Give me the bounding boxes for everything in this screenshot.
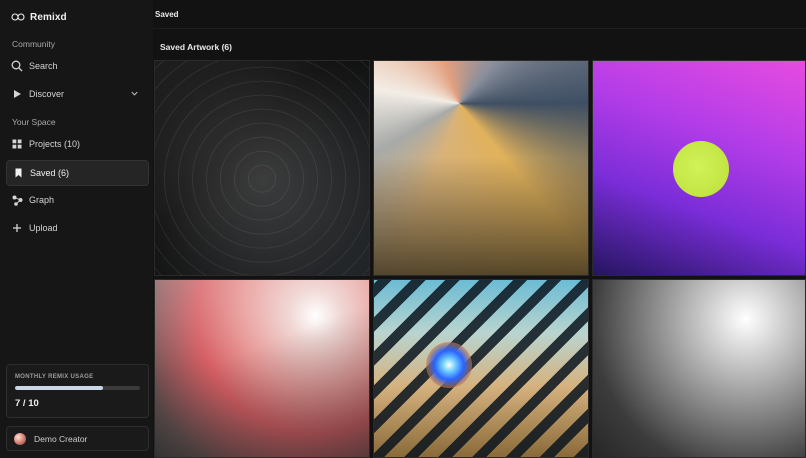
sidebar-item-label: Search: [29, 61, 58, 71]
sidebar-item-label: Saved (6): [30, 168, 70, 178]
section-label-your-space: Your Space: [12, 117, 56, 127]
user-name: Demo Creator: [34, 433, 88, 444]
artwork-tile[interactable]: [592, 279, 806, 458]
header-divider: [153, 28, 806, 29]
usage-title: MONTHLY REMIX USAGE: [15, 374, 94, 380]
chevron-down-icon[interactable]: [130, 89, 139, 98]
usage-card: MONTHLY REMIX USAGE 7 / 10: [6, 364, 149, 418]
sidebar-item-saved[interactable]: Saved (6): [6, 160, 149, 186]
usage-count: 7 / 10: [15, 398, 39, 409]
user-profile-button[interactable]: Demo Creator: [6, 426, 149, 451]
sidebar-item-upload[interactable]: Upload: [6, 216, 147, 240]
sidebar-item-search[interactable]: Search: [6, 54, 147, 78]
brand[interactable]: Remixd: [11, 10, 67, 24]
artwork-tile[interactable]: [373, 279, 589, 458]
usage-progress-bar: [15, 386, 140, 390]
sidebar-item-label: Discover: [29, 89, 65, 99]
artwork-tile[interactable]: [373, 60, 589, 276]
play-icon: [11, 88, 23, 100]
section-label-community: Community: [12, 39, 55, 49]
infinity-logo-icon: [11, 13, 25, 21]
artwork-tile[interactable]: [592, 60, 806, 276]
section-title: Saved Artwork (6): [160, 42, 232, 52]
breadcrumb: Saved: [155, 10, 179, 19]
graph-icon: [11, 194, 23, 206]
usage-progress-fill: [15, 386, 103, 390]
grid-icon: [11, 138, 23, 150]
sidebar-item-discover[interactable]: Discover: [6, 82, 147, 106]
sidebar-item-label: Graph: [29, 195, 55, 205]
blue-orb: [426, 342, 472, 388]
sidebar: Remixd Community Search Discover Your Sp…: [0, 0, 153, 458]
artwork-grid: [154, 60, 806, 458]
sidebar-item-label: Upload: [29, 223, 58, 233]
app-name: Remixd: [30, 11, 67, 23]
sidebar-item-label: Projects (10): [29, 139, 81, 149]
sidebar-item-graph[interactable]: Graph: [6, 188, 147, 212]
avatar: [14, 432, 26, 445]
sidebar-item-projects[interactable]: Projects (10): [6, 132, 147, 156]
main-content: Saved Saved Artwork (6): [153, 0, 806, 458]
search-icon: [11, 60, 23, 72]
lime-circle: [673, 141, 729, 197]
artwork-tile[interactable]: [154, 279, 370, 458]
bookmark-icon: [12, 167, 24, 179]
artwork-tile[interactable]: [154, 60, 370, 276]
plus-icon: [11, 222, 23, 234]
